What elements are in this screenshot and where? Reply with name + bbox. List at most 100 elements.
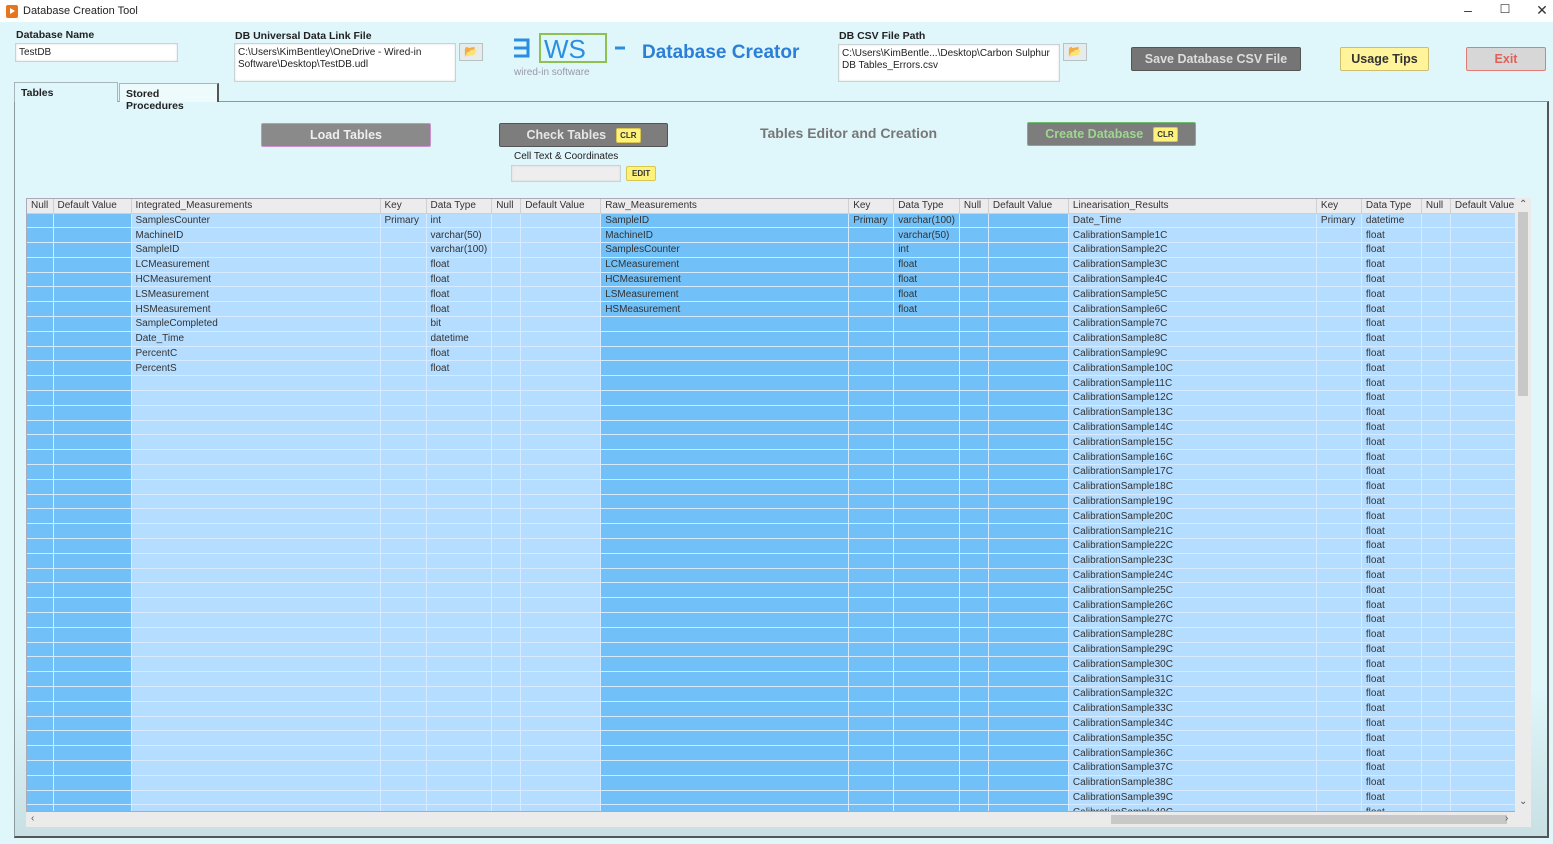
field-name-cell[interactable]: CalibrationSample22C <box>1068 538 1317 554</box>
default-value-cell[interactable] <box>53 716 132 732</box>
data-type-cell[interactable]: int <box>893 242 960 258</box>
key-cell[interactable] <box>1316 257 1362 273</box>
field-name-cell[interactable] <box>131 479 381 495</box>
key-cell[interactable] <box>380 671 427 687</box>
null-cell[interactable] <box>491 213 522 229</box>
key-cell[interactable] <box>1316 227 1362 244</box>
data-type-cell[interactable] <box>893 360 960 377</box>
key-cell[interactable] <box>848 745 895 761</box>
tab-tables[interactable]: Tables <box>14 82 118 102</box>
default-value-cell[interactable] <box>988 745 1069 761</box>
data-type-cell[interactable] <box>893 405 960 421</box>
key-cell[interactable] <box>1316 331 1362 347</box>
data-type-cell[interactable]: float <box>1361 745 1422 761</box>
null-cell[interactable] <box>27 716 54 732</box>
data-type-cell[interactable] <box>893 390 960 406</box>
data-type-cell[interactable]: float <box>1361 656 1422 673</box>
field-name-cell[interactable] <box>600 642 850 658</box>
default-value-cell[interactable] <box>520 538 602 554</box>
null-cell[interactable] <box>27 331 54 347</box>
field-name-cell[interactable]: HSMeasurement <box>131 301 381 318</box>
default-value-cell[interactable] <box>520 568 602 584</box>
default-value-cell[interactable] <box>520 656 602 673</box>
default-value-cell[interactable] <box>520 405 602 421</box>
key-cell[interactable] <box>1316 434 1362 451</box>
field-name-cell[interactable]: LCMeasurement <box>600 257 850 273</box>
null-cell[interactable] <box>491 538 522 554</box>
field-name-cell[interactable]: HSMeasurement <box>600 301 850 318</box>
default-value-cell[interactable] <box>988 508 1069 525</box>
null-cell[interactable] <box>959 686 989 702</box>
field-name-cell[interactable]: CalibrationSample6C <box>1068 301 1317 318</box>
data-type-cell[interactable]: float <box>426 301 493 318</box>
default-value-cell[interactable] <box>53 642 132 658</box>
default-value-cell[interactable] <box>520 627 602 643</box>
null-cell[interactable] <box>1421 227 1451 244</box>
header-col-default-value[interactable]: Default Value <box>53 199 132 214</box>
key-cell[interactable] <box>1316 790 1362 806</box>
data-type-cell[interactable] <box>426 701 493 717</box>
key-cell[interactable] <box>1316 449 1362 466</box>
field-name-cell[interactable] <box>131 434 381 451</box>
key-cell[interactable] <box>848 730 895 747</box>
key-cell[interactable] <box>380 227 427 244</box>
default-value-cell[interactable] <box>988 523 1069 540</box>
data-type-cell[interactable]: float <box>1361 227 1422 244</box>
key-cell[interactable] <box>848 227 895 244</box>
key-cell[interactable] <box>848 775 895 791</box>
data-type-cell[interactable]: float <box>1361 449 1422 466</box>
null-cell[interactable] <box>27 272 54 288</box>
null-cell[interactable] <box>1421 434 1451 451</box>
null-cell[interactable] <box>959 420 989 436</box>
default-value-cell[interactable] <box>988 686 1069 702</box>
null-cell[interactable] <box>1421 494 1451 510</box>
null-cell[interactable] <box>27 434 54 451</box>
field-name-cell[interactable]: SamplesCounter <box>600 242 850 258</box>
default-value-cell[interactable] <box>520 227 602 244</box>
scroll-right-icon[interactable]: › <box>1505 813 1508 824</box>
null-cell[interactable] <box>491 390 522 406</box>
field-name-cell[interactable] <box>131 775 381 791</box>
null-cell[interactable] <box>27 494 54 510</box>
key-cell[interactable] <box>848 286 895 303</box>
check-tables-clr-button[interactable]: CLR <box>616 127 641 143</box>
null-cell[interactable] <box>1421 686 1451 702</box>
data-type-cell[interactable] <box>426 508 493 525</box>
field-name-cell[interactable]: CalibrationSample21C <box>1068 523 1317 540</box>
key-cell[interactable] <box>380 405 427 421</box>
data-type-cell[interactable] <box>426 390 493 406</box>
data-type-cell[interactable]: float <box>1361 405 1422 421</box>
key-cell[interactable] <box>1316 582 1362 599</box>
data-type-cell[interactable] <box>893 316 960 332</box>
null-cell[interactable] <box>1421 745 1451 761</box>
field-name-cell[interactable] <box>600 656 850 673</box>
default-value-cell[interactable] <box>53 494 132 510</box>
default-value-cell[interactable] <box>988 331 1069 347</box>
key-cell[interactable] <box>380 568 427 584</box>
key-cell[interactable] <box>1316 479 1362 495</box>
null-cell[interactable] <box>491 316 522 332</box>
data-type-cell[interactable]: int <box>426 213 493 229</box>
default-value-cell[interactable] <box>520 642 602 658</box>
default-value-cell[interactable] <box>988 730 1069 747</box>
field-name-cell[interactable]: Date_Time <box>1068 213 1317 229</box>
field-name-cell[interactable] <box>600 597 850 614</box>
field-name-cell[interactable]: CalibrationSample25C <box>1068 582 1317 599</box>
data-type-cell[interactable] <box>426 568 493 584</box>
null-cell[interactable] <box>959 745 989 761</box>
field-name-cell[interactable]: SampleID <box>131 242 381 258</box>
null-cell[interactable] <box>491 257 522 273</box>
null-cell[interactable] <box>959 627 989 643</box>
key-cell[interactable] <box>1316 627 1362 643</box>
null-cell[interactable] <box>27 671 54 687</box>
data-type-cell[interactable]: float <box>1361 553 1422 569</box>
field-name-cell[interactable] <box>131 804 381 811</box>
default-value-cell[interactable] <box>520 434 602 451</box>
key-cell[interactable] <box>1316 360 1362 377</box>
null-cell[interactable] <box>491 420 522 436</box>
field-name-cell[interactable] <box>600 405 850 421</box>
null-cell[interactable] <box>27 701 54 717</box>
data-type-cell[interactable] <box>893 464 960 480</box>
null-cell[interactable] <box>1421 775 1451 791</box>
default-value-cell[interactable] <box>520 716 602 732</box>
